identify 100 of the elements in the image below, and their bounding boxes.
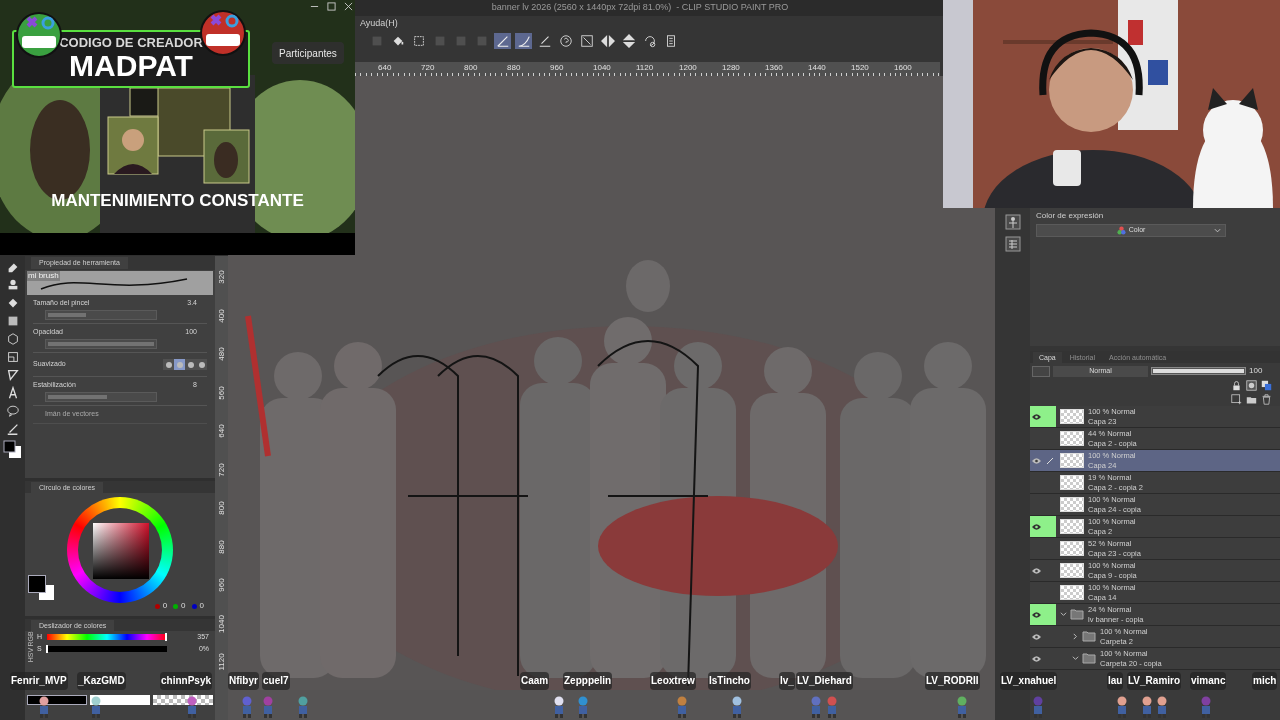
chat-name: Fenrir_MVP <box>10 672 68 690</box>
slider-track[interactable] <box>45 310 157 320</box>
ruler-label: 1280 <box>722 62 741 74</box>
edit-toggle[interactable] <box>1043 516 1056 537</box>
color-swatches-icon[interactable] <box>2 440 23 460</box>
chevron-icon[interactable] <box>1060 611 1067 618</box>
smoothing-option[interactable] <box>163 359 174 370</box>
avatar-sprite <box>676 696 688 718</box>
avatar-sprite <box>38 696 50 718</box>
edit-toggle[interactable] <box>1043 406 1056 427</box>
chat-name: LV_Ramiro <box>1127 672 1182 690</box>
eye-icon <box>1032 457 1041 464</box>
menu-item[interactable]: Ayuda(H) <box>360 17 398 31</box>
ruler-label: 880 <box>215 539 227 554</box>
eye-icon <box>1032 413 1041 420</box>
visibility-toggle[interactable] <box>1030 406 1043 427</box>
chat-name: Caam <box>520 672 550 690</box>
smoothing-option[interactable] <box>185 359 196 370</box>
chat-name: _KazGMD <box>77 672 126 690</box>
ruler-label: 1440 <box>808 62 827 74</box>
layer-thumbnail <box>1060 585 1084 600</box>
new-layer-icon[interactable] <box>1231 393 1242 405</box>
ruler-label: 1520 <box>851 62 870 74</box>
visibility-toggle[interactable] <box>1030 516 1043 537</box>
edit-toggle[interactable] <box>1043 604 1056 625</box>
grid-panel-icon[interactable] <box>1004 236 1021 252</box>
chevron-icon[interactable] <box>1072 633 1079 640</box>
avatar-sprite <box>90 696 102 718</box>
layer-thumbnail <box>1060 453 1084 468</box>
color-swatches-icon[interactable] <box>28 575 55 602</box>
chat-name: LV_Diehard <box>796 672 853 690</box>
avatar-sprite <box>297 696 309 718</box>
hexagon-icon[interactable] <box>5 332 20 346</box>
visibility-toggle[interactable] <box>1030 604 1043 625</box>
color-slider-track[interactable] <box>47 634 167 640</box>
ruler-line-button[interactable] <box>494 33 511 49</box>
transparent-swatch[interactable] <box>153 695 213 705</box>
channel-value: 0 <box>162 600 168 612</box>
ruler-label: 640 <box>215 424 227 438</box>
folder-icon <box>1070 609 1084 620</box>
chat-name: Leoxtrew <box>650 672 696 690</box>
ruler-label: 1040 <box>215 614 227 633</box>
layer-thumbnail <box>1060 497 1084 512</box>
channel-value: 0 <box>181 600 186 612</box>
window-title: banner lv 2026 (2560 x 1440px 72dpi 81.0%) - CLIP STUDIO PAINT PRO <box>491 1 789 15</box>
frame-border-icon[interactable] <box>5 350 20 364</box>
pen-icon <box>1045 456 1054 465</box>
chevron-icon[interactable] <box>1072 655 1079 662</box>
color-slider-track[interactable] <box>47 646 167 652</box>
brush-name: mi brush <box>27 271 60 281</box>
chat-name: chinnPsyk <box>160 672 213 690</box>
resize-button[interactable] <box>578 33 595 49</box>
chat-name: vimanc <box>1190 672 1227 690</box>
brush-preview[interactable]: mi brush <box>27 271 213 295</box>
slider-thumb[interactable] <box>164 633 167 641</box>
chat-name: cuel7 <box>262 672 290 690</box>
avatar-sprite <box>553 696 565 718</box>
folder-icon <box>1082 631 1096 642</box>
figure-panel-icon[interactable] <box>1004 214 1021 230</box>
ruler-label: 480 <box>215 347 227 361</box>
layer-thumbnail <box>1060 409 1084 424</box>
chat-name: Zepppelin <box>563 672 613 690</box>
ruler-label: 960 <box>215 578 227 592</box>
saturation-square[interactable] <box>93 523 149 579</box>
avatar-sprite <box>186 696 198 718</box>
color-swatch[interactable] <box>90 695 150 705</box>
ruler-label: 320 <box>215 270 227 284</box>
trash-icon[interactable] <box>1261 393 1272 405</box>
avatar-sprite <box>262 696 274 718</box>
help-button[interactable] <box>557 33 574 49</box>
ruler-label: 640 <box>378 62 393 74</box>
layer-color-icon[interactable] <box>1261 379 1272 391</box>
avatar-sprite <box>241 696 253 718</box>
eye-icon <box>1032 523 1041 530</box>
layer-thumbnail <box>1060 475 1084 490</box>
chat-name: lv_ <box>779 672 795 690</box>
ruler-label: 1600 <box>894 62 913 74</box>
smoothing-option[interactable] <box>196 359 207 370</box>
chat-name: lau <box>1107 672 1124 690</box>
flip-horizontal-button[interactable] <box>599 33 616 49</box>
chat-name: LV_RODRII <box>925 672 980 690</box>
opacity-value: 100 <box>1249 365 1263 377</box>
pen-icon[interactable] <box>5 422 20 436</box>
avatar-sprite <box>577 696 589 718</box>
layer-thumbnail <box>1060 519 1084 534</box>
ruler-label: 720 <box>215 462 227 477</box>
ruler-triangle-icon[interactable] <box>5 368 20 382</box>
ruler-label: 800 <box>464 62 479 74</box>
ruler-label: 400 <box>215 308 227 323</box>
ruler-label: 1200 <box>679 62 698 74</box>
color-swatch[interactable] <box>27 695 87 705</box>
mask-icon[interactable] <box>1246 379 1257 391</box>
ruler-curve-button[interactable] <box>515 33 532 49</box>
layer-thumbnail <box>1060 541 1084 556</box>
avatar-sprite <box>826 696 838 718</box>
ruler-label: 560 <box>215 385 227 400</box>
slider-track[interactable] <box>45 392 157 402</box>
speech-balloon-icon[interactable] <box>5 404 20 418</box>
ruler-label: 1120 <box>215 653 227 671</box>
lock-icon[interactable] <box>1231 379 1242 391</box>
